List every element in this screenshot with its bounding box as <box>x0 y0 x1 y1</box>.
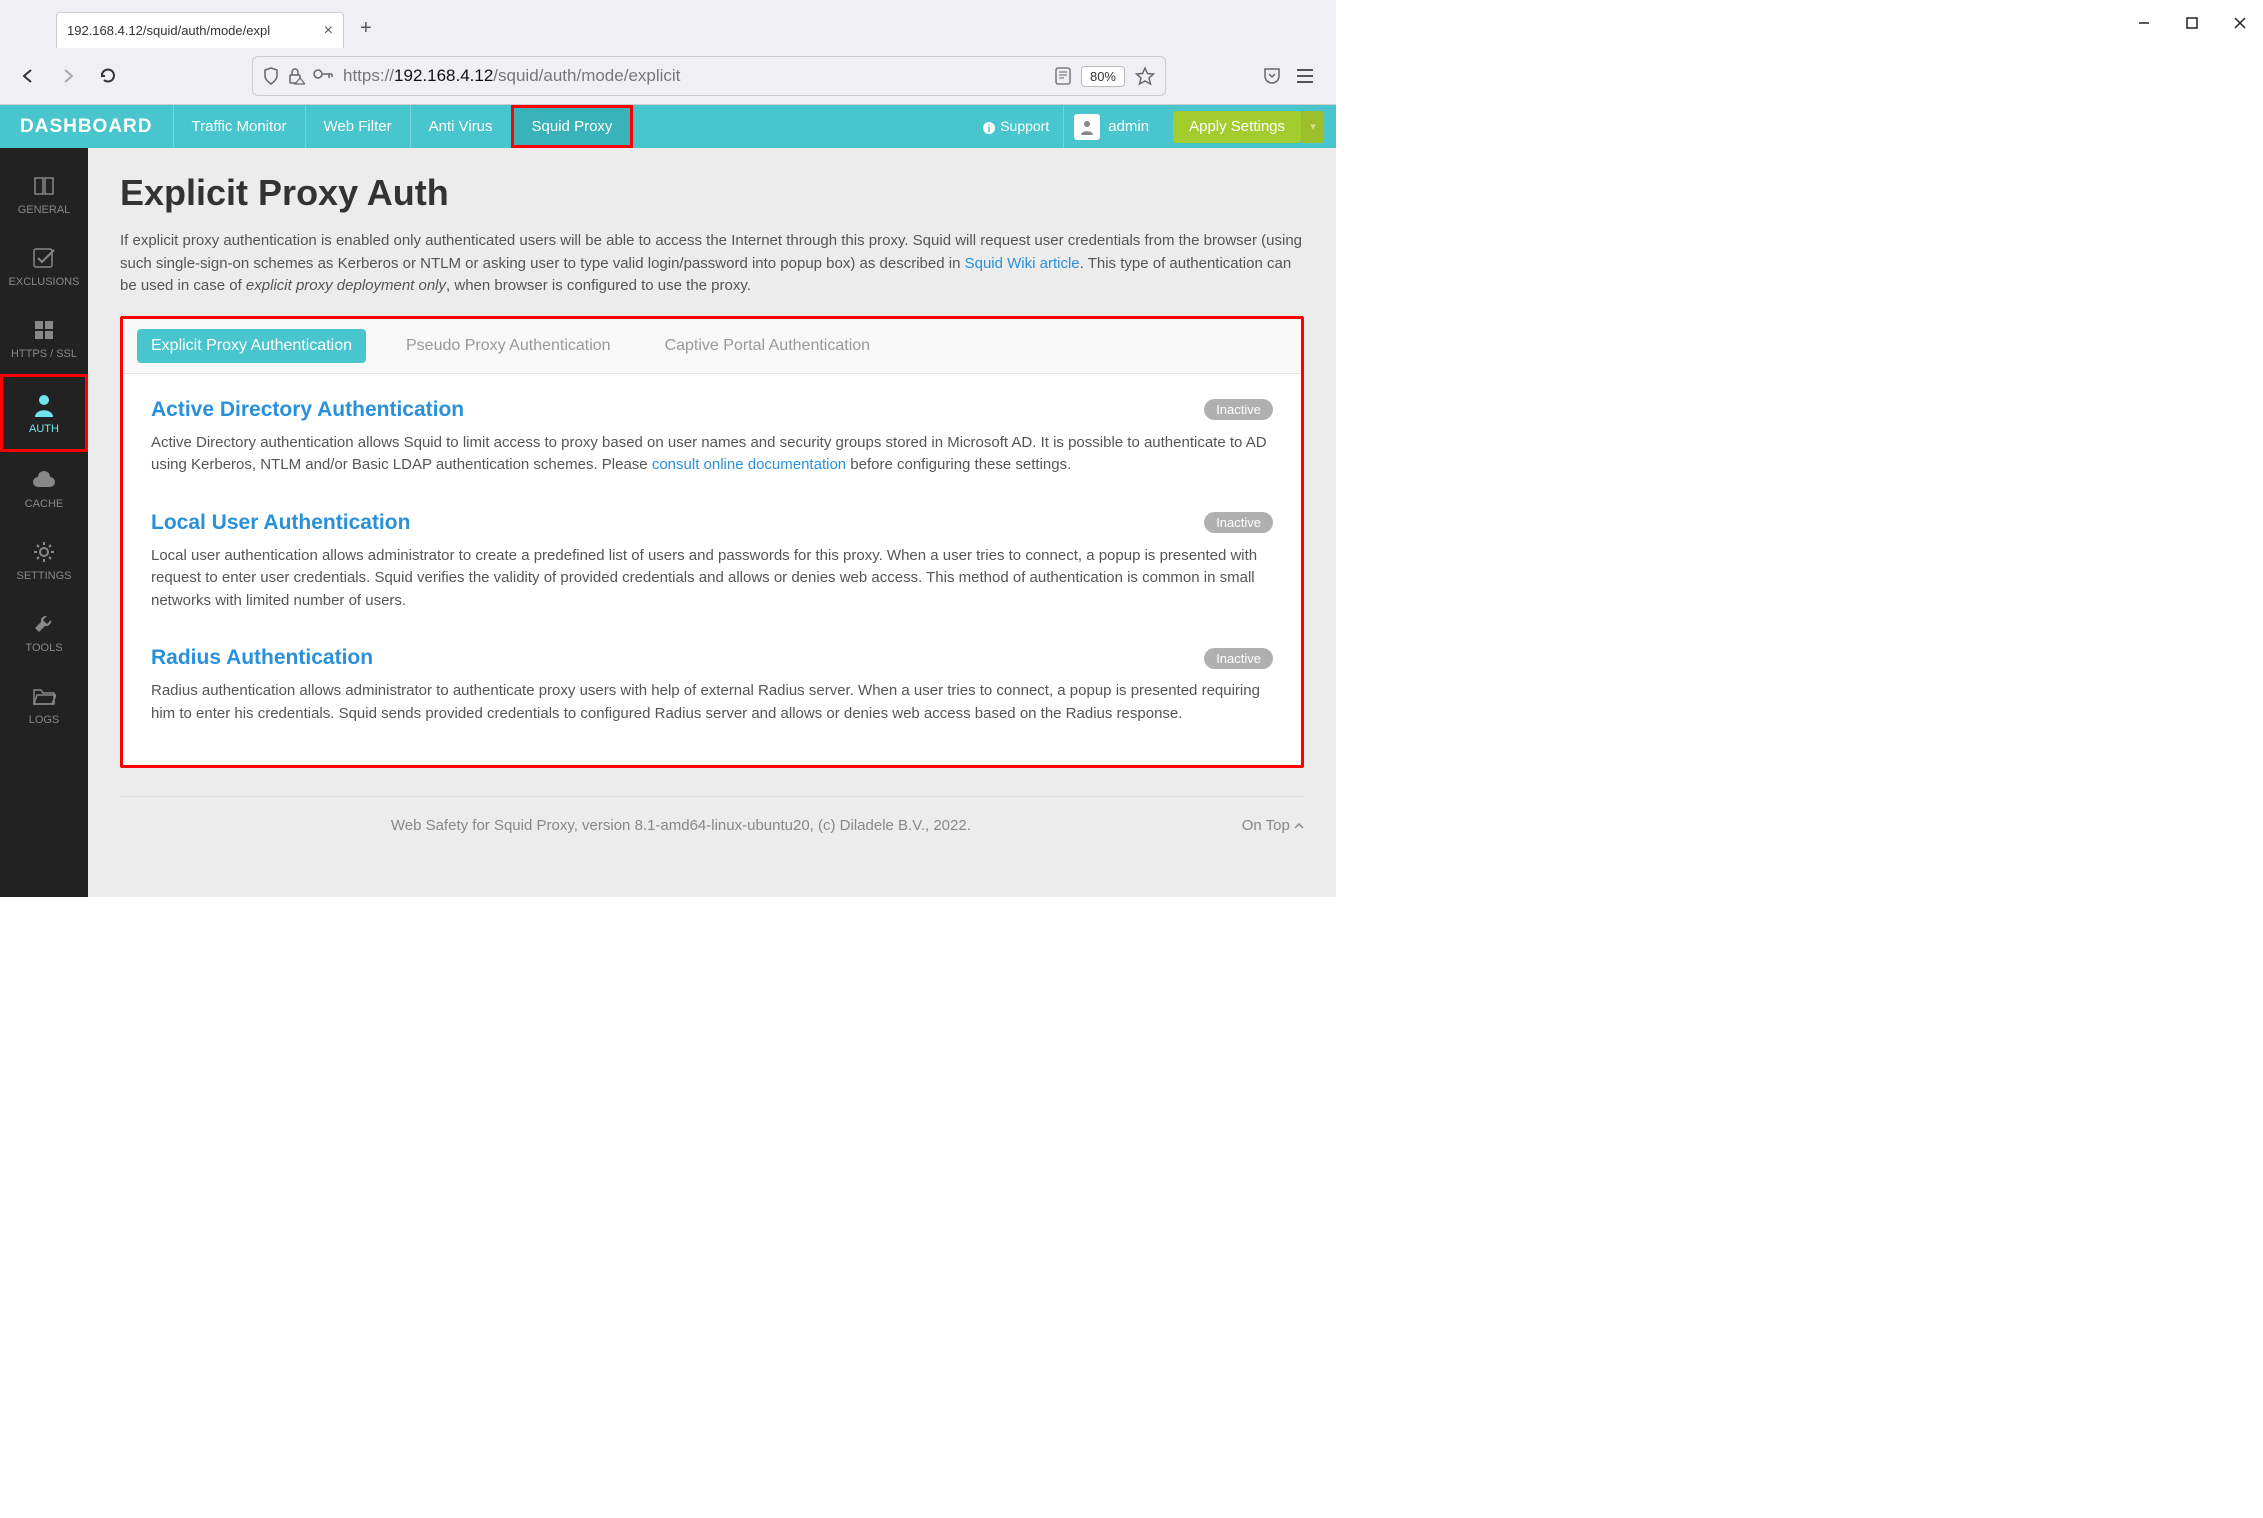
url-text: https://192.168.4.12/squid/auth/mode/exp… <box>343 66 680 86</box>
auth-title-link[interactable]: Local User Authentication <box>151 511 410 535</box>
apply-settings-group: Apply Settings ▾ <box>1173 111 1324 143</box>
auth-title-link[interactable]: Radius Authentication <box>151 646 373 670</box>
url-bar-actions: 80% <box>1055 66 1155 87</box>
sidebar-item-label: EXCLUSIONS <box>9 276 80 288</box>
book-icon <box>32 172 56 198</box>
user-name: admin <box>1108 118 1149 135</box>
chevron-up-icon <box>1294 822 1304 830</box>
footer: Web Safety for Squid Proxy, version 8.1-… <box>120 796 1304 834</box>
sidebar-item-label: LOGS <box>29 714 60 726</box>
info-icon: i <box>982 121 996 135</box>
apply-settings-button[interactable]: Apply Settings <box>1173 111 1301 143</box>
sidebar-item-label: AUTH <box>29 423 59 435</box>
auth-item-radius: Radius Authentication Inactive Radius au… <box>151 646 1273 725</box>
reader-icon[interactable] <box>1055 67 1071 85</box>
footer-text: Web Safety for Squid Proxy, version 8.1-… <box>391 817 971 834</box>
brand-logo[interactable]: DASHBOARD <box>0 105 173 148</box>
folder-icon <box>32 682 56 708</box>
lock-warning-icon[interactable] <box>287 67 305 85</box>
tab-captive-portal-auth[interactable]: Captive Portal Authentication <box>651 329 884 363</box>
zoom-badge[interactable]: 80% <box>1081 66 1125 87</box>
window-controls <box>2131 10 2253 36</box>
auth-item-active-directory: Active Directory Authentication Inactive… <box>151 398 1273 477</box>
sidebar-item-cache[interactable]: CACHE <box>0 452 88 524</box>
avatar-icon <box>1074 114 1100 140</box>
toolbar-right <box>1262 66 1324 86</box>
auth-panel: Explicit Proxy Authentication Pseudo Pro… <box>120 316 1304 769</box>
app-bar: DASHBOARD Traffic Monitor Web Filter Ant… <box>0 105 1336 148</box>
app-body: GENERAL EXCLUSIONS HTTPS / SSL AUTH CACH… <box>0 148 1336 897</box>
auth-description: Active Directory authentication allows S… <box>151 432 1273 477</box>
sidebar-item-label: GENERAL <box>18 204 71 216</box>
url-bar[interactable]: https://192.168.4.12/squid/auth/mode/exp… <box>252 56 1166 96</box>
tab-squid-proxy[interactable]: Squid Proxy <box>511 105 634 148</box>
sidebar-item-settings[interactable]: SETTINGS <box>0 524 88 596</box>
sidebar-item-auth[interactable]: AUTH <box>0 374 88 452</box>
sidebar-item-label: SETTINGS <box>16 570 71 582</box>
minimize-button[interactable] <box>2131 10 2157 36</box>
tab-pseudo-proxy-auth[interactable]: Pseudo Proxy Authentication <box>392 329 625 363</box>
tab-strip: 192.168.4.12/squid/auth/mode/expl × + <box>0 0 1336 48</box>
status-badge: Inactive <box>1204 399 1273 420</box>
key-icon[interactable] <box>313 67 333 81</box>
browser-toolbar: https://192.168.4.12/squid/auth/mode/exp… <box>0 48 1336 104</box>
content: Explicit Proxy Auth If explicit proxy au… <box>88 148 1336 897</box>
auth-tabnav: Explicit Proxy Authentication Pseudo Pro… <box>123 319 1301 374</box>
app-bar-right: i Support admin Apply Settings ▾ <box>982 105 1336 148</box>
support-link[interactable]: i Support <box>982 118 1049 134</box>
online-doc-link[interactable]: consult online documentation <box>652 456 846 473</box>
tab-title: 192.168.4.12/squid/auth/mode/expl <box>67 23 270 38</box>
sidebar: GENERAL EXCLUSIONS HTTPS / SSL AUTH CACH… <box>0 148 88 897</box>
cloud-icon <box>31 466 57 492</box>
apply-dropdown-button[interactable]: ▾ <box>1302 111 1324 143</box>
tab-traffic-monitor[interactable]: Traffic Monitor <box>173 105 305 148</box>
status-badge: Inactive <box>1204 512 1273 533</box>
tab-web-filter[interactable]: Web Filter <box>305 105 410 148</box>
grid-icon <box>33 316 55 342</box>
browser-tab[interactable]: 192.168.4.12/squid/auth/mode/expl × <box>56 12 344 48</box>
user-icon <box>33 391 55 417</box>
close-button[interactable] <box>2227 10 2253 36</box>
sidebar-item-label: HTTPS / SSL <box>11 348 77 360</box>
reload-button[interactable] <box>92 60 124 92</box>
auth-list: Active Directory Authentication Inactive… <box>123 374 1301 766</box>
check-icon <box>32 244 56 270</box>
sidebar-item-label: CACHE <box>25 498 64 510</box>
sidebar-item-label: TOOLS <box>25 642 62 654</box>
app-tabs: Traffic Monitor Web Filter Anti Virus Sq… <box>173 105 634 148</box>
auth-description: Local user authentication allows adminis… <box>151 545 1273 613</box>
back-button[interactable] <box>12 60 44 92</box>
close-icon[interactable]: × <box>324 22 333 40</box>
maximize-button[interactable] <box>2179 10 2205 36</box>
new-tab-button[interactable]: + <box>360 17 372 48</box>
auth-item-local-user: Local User Authentication Inactive Local… <box>151 511 1273 613</box>
sidebar-item-https-ssl[interactable]: HTTPS / SSL <box>0 302 88 374</box>
gear-icon <box>33 538 55 564</box>
tab-anti-virus[interactable]: Anti Virus <box>410 105 511 148</box>
sidebar-item-tools[interactable]: TOOLS <box>0 596 88 668</box>
sidebar-item-general[interactable]: GENERAL <box>0 158 88 230</box>
star-icon[interactable] <box>1135 66 1155 86</box>
sidebar-item-exclusions[interactable]: EXCLUSIONS <box>0 230 88 302</box>
wrench-icon <box>33 610 55 636</box>
auth-title-link[interactable]: Active Directory Authentication <box>151 398 464 422</box>
page-title: Explicit Proxy Auth <box>120 172 1304 214</box>
pocket-icon[interactable] <box>1262 66 1282 86</box>
user-menu[interactable]: admin <box>1063 105 1159 148</box>
tab-explicit-proxy-auth[interactable]: Explicit Proxy Authentication <box>137 329 366 363</box>
squid-wiki-link[interactable]: Squid Wiki article <box>965 255 1080 272</box>
shield-icon[interactable] <box>263 67 279 85</box>
browser-chrome: 192.168.4.12/squid/auth/mode/expl × + ht… <box>0 0 1336 105</box>
url-security-icons <box>263 67 333 85</box>
menu-icon[interactable] <box>1296 68 1314 84</box>
status-badge: Inactive <box>1204 648 1273 669</box>
svg-text:i: i <box>988 124 991 135</box>
page-description: If explicit proxy authentication is enab… <box>120 230 1304 298</box>
on-top-link[interactable]: On Top <box>1242 817 1304 834</box>
sidebar-item-logs[interactable]: LOGS <box>0 668 88 740</box>
auth-description: Radius authentication allows administrat… <box>151 680 1273 725</box>
forward-button[interactable] <box>52 60 84 92</box>
